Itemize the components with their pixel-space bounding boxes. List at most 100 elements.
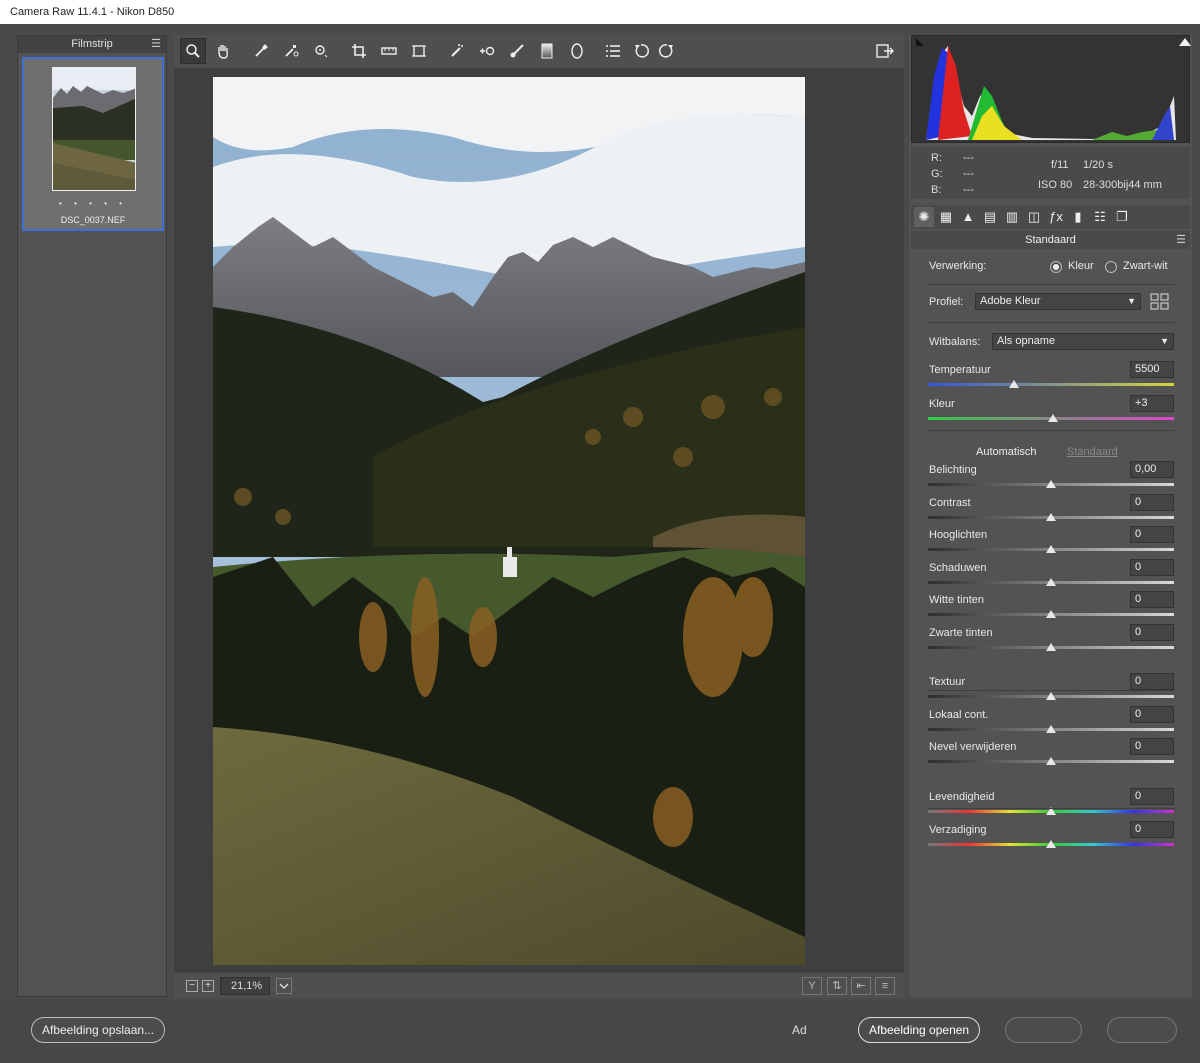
zoom-out-button[interactable]: − <box>186 980 198 992</box>
slider-value-input[interactable]: 0 <box>1130 821 1174 838</box>
tool-bar <box>174 35 904 67</box>
slider-handle[interactable] <box>1046 545 1056 553</box>
slider-handle[interactable] <box>1046 757 1056 765</box>
slider-handle[interactable] <box>1046 513 1056 521</box>
tab-detail-icon[interactable]: ▲ <box>958 207 978 227</box>
red-eye-icon[interactable] <box>474 38 500 64</box>
aperture-value: f/11 <box>1051 159 1069 171</box>
white-balance-label: Witbalans: <box>929 336 981 348</box>
divider <box>927 690 1175 691</box>
tab-calibration-icon[interactable]: ▮ <box>1068 207 1088 227</box>
filmstrip-menu-icon[interactable]: ☰ <box>151 36 161 53</box>
tab-split-toning-icon[interactable]: ▥ <box>1002 207 1022 227</box>
tab-hsl-icon[interactable]: ▤ <box>980 207 1000 227</box>
profile-select[interactable]: Adobe Kleur ▼ <box>975 293 1141 310</box>
cancel-button[interactable] <box>1005 1017 1082 1043</box>
open-preferences-dialog-icon[interactable] <box>872 38 898 64</box>
white-balance-select[interactable]: Als opname ▼ <box>992 333 1174 350</box>
slider-value-input[interactable]: 0 <box>1130 624 1174 641</box>
white-balance-icon[interactable] <box>248 38 274 64</box>
divider <box>927 322 1175 323</box>
slider-handle[interactable] <box>1046 840 1056 848</box>
tab-presets-icon[interactable]: ☷ <box>1090 207 1110 227</box>
slider-handle[interactable] <box>1046 643 1056 651</box>
zoom-icon[interactable] <box>180 38 206 64</box>
slider-label: Nevel verwijderen <box>929 741 1017 753</box>
crop-icon[interactable] <box>346 38 372 64</box>
graduated-filter-icon[interactable] <box>534 38 560 64</box>
color-radio-label[interactable]: Kleur <box>1068 260 1094 272</box>
transform-icon[interactable] <box>406 38 432 64</box>
slider-label: Lokaal cont. <box>929 709 989 721</box>
bw-radio-label[interactable]: Zwart-wit <box>1123 260 1168 272</box>
tab-effects-icon[interactable]: ƒx <box>1046 207 1066 227</box>
radial-filter-icon[interactable] <box>564 38 590 64</box>
thumbnail-rating[interactable]: • • • • • <box>24 199 162 208</box>
default-button[interactable]: Standaard <box>1067 446 1118 458</box>
filmstrip-thumbnail[interactable]: • • • • • DSC_0037.NEF <box>22 57 164 231</box>
spot-removal-icon[interactable] <box>444 38 470 64</box>
open-image-button[interactable]: Afbeelding openen <box>858 1017 981 1043</box>
before-after-toggle-icon[interactable]: Y <box>802 977 822 995</box>
adjustment-brush-icon[interactable] <box>504 38 530 64</box>
image-canvas[interactable] <box>174 68 904 972</box>
b-label: B: <box>931 184 942 196</box>
hand-icon[interactable] <box>210 38 236 64</box>
slider-value-input[interactable]: 0 <box>1130 494 1174 511</box>
slider-value-input[interactable]: 5500 <box>1130 361 1174 378</box>
slider-label: Hooglichten <box>929 529 988 541</box>
done-button[interactable] <box>1107 1017 1177 1043</box>
slider-handle[interactable] <box>1009 380 1020 388</box>
target-adjust-icon[interactable] <box>308 38 334 64</box>
filmstrip-panel: Filmstrip ☰ • • • • • DSC_0037.NEF <box>17 35 167 997</box>
slider-value-input[interactable]: 0 <box>1130 526 1174 543</box>
section-header: Standaard ☰ <box>911 231 1190 249</box>
rotate-right-icon[interactable] <box>654 38 680 64</box>
slider-value-input[interactable]: 0 <box>1130 673 1174 690</box>
tab-snapshots-icon[interactable]: ❐ <box>1112 207 1132 227</box>
preferences-icon[interactable] <box>600 38 626 64</box>
slider-label: Levendigheid <box>929 791 995 803</box>
swap-settings-icon[interactable]: ⇅ <box>827 977 847 995</box>
slider-value-input[interactable]: 0 <box>1130 591 1174 608</box>
slider-track[interactable] <box>928 383 1174 386</box>
slider-handle[interactable] <box>1046 610 1056 618</box>
tab-lens-icon[interactable]: ◫ <box>1024 207 1044 227</box>
zoom-dropdown[interactable] <box>276 978 292 994</box>
slider-handle[interactable] <box>1048 414 1059 422</box>
divider <box>927 808 1175 809</box>
slider-label: Temperatuur <box>929 364 991 376</box>
slider-value-input[interactable]: 0 <box>1130 738 1174 755</box>
slider-value-input[interactable]: 0 <box>1130 706 1174 723</box>
slider-value-input[interactable]: 0 <box>1130 788 1174 805</box>
bw-radio[interactable] <box>1105 261 1117 273</box>
slider-value-input[interactable]: 0,00 <box>1130 461 1174 478</box>
chevron-down-icon: ▼ <box>1160 336 1169 346</box>
tab-basic-icon[interactable]: ✺ <box>914 207 934 227</box>
save-image-button[interactable]: Afbeelding opslaan... <box>31 1017 166 1043</box>
slider-value-input[interactable]: +3 <box>1130 395 1174 412</box>
window-title: Camera Raw 11.4.1 - Nikon D850 <box>0 0 808 24</box>
color-radio[interactable] <box>1050 261 1062 273</box>
straighten-icon[interactable] <box>376 38 402 64</box>
slider-value-input[interactable]: 0 <box>1130 559 1174 576</box>
workflow-options-link[interactable]: Ad <box>792 1023 807 1037</box>
toggle-settings-icon[interactable]: ≡ <box>875 977 895 995</box>
preview-image <box>213 77 805 965</box>
slider-handle[interactable] <box>1046 692 1056 700</box>
slider-handle[interactable] <box>1046 480 1056 488</box>
profile-browser-icon[interactable] <box>1150 293 1170 314</box>
auto-button[interactable]: Automatisch <box>976 446 1037 458</box>
section-menu-icon[interactable]: ☰ <box>1176 231 1186 249</box>
slider-handle[interactable] <box>1046 725 1056 733</box>
rotate-left-icon[interactable] <box>628 38 654 64</box>
tab-tone-curve-icon[interactable]: ▦ <box>936 207 956 227</box>
copy-settings-icon[interactable]: ⇤ <box>851 977 871 995</box>
slider-handle[interactable] <box>1046 578 1056 586</box>
r-value: --- <box>963 152 974 164</box>
shadow-clipping-icon <box>916 38 924 46</box>
color-sampler-icon[interactable] <box>278 38 304 64</box>
zoom-level[interactable]: 21,1% <box>220 977 270 995</box>
zoom-in-button[interactable]: + <box>202 980 214 992</box>
panel-tabs: ✺ ▦ ▲ ▤ ▥ ◫ ƒx ▮ ☷ ❐ <box>911 205 1190 229</box>
